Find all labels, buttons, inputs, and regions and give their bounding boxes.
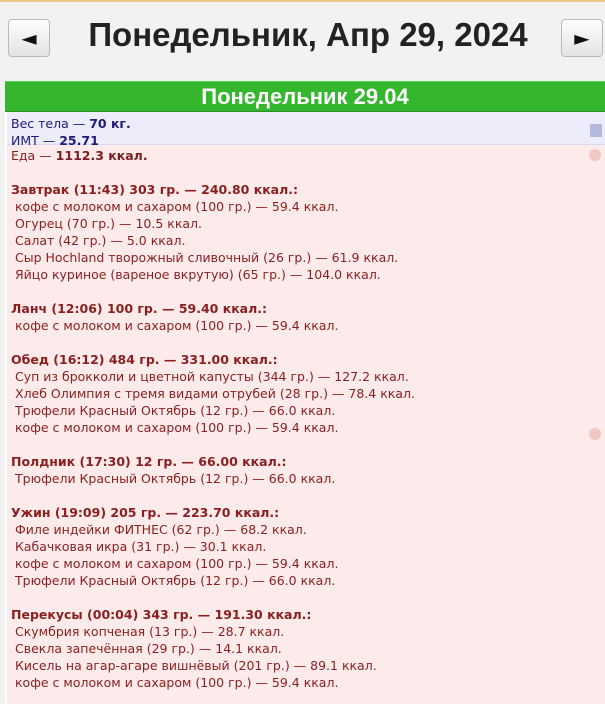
food-item[interactable]: Хлеб Олимпия с тремя видами отрубей (28 … [11, 385, 605, 402]
food-total-value: 1112.3 ккал. [55, 148, 148, 163]
weight-value: 70 кг. [89, 116, 131, 131]
meal-title[interactable]: Завтрак (11:43) 303 гр. — 240.80 ккал.: [11, 181, 605, 198]
food-item[interactable]: Кабачковая икра (31 гр.) — 30.1 ккал. [11, 538, 605, 555]
weight-line: Вес тела — 70 кг. [11, 115, 605, 132]
food-item[interactable]: Скумбрия копченая (13 гр.) — 28.7 ккал. [11, 623, 605, 640]
food-item[interactable]: кофе с молоком и сахаром (100 гр.) — 59.… [11, 674, 605, 691]
food-total-label: Еда — [11, 148, 52, 163]
food-item[interactable]: Трюфели Красный Октябрь (12 гр.) — 66.0 … [11, 572, 605, 589]
meal-title[interactable]: Ужин (19:09) 205 гр. — 223.70 ккал.: [11, 504, 605, 521]
meal-section: Завтрак (11:43) 303 гр. — 240.80 ккал.: к… [11, 181, 605, 283]
arrow-left-icon: ◄ [21, 26, 37, 50]
meal-section: Перекусы (00:04) 343 гр. — 191.30 ккал.:… [11, 606, 605, 691]
body-metrics[interactable]: Вес тела — 70 кг. ИМТ — 25.71 [7, 112, 605, 148]
day-bar[interactable]: Понедельник 29.04 [5, 81, 605, 112]
meal-section: Полдник (17:30) 12 гр. — 66.00 ккал.: Трю… [11, 453, 605, 487]
arrow-right-icon: ► [574, 26, 590, 50]
page-title: Понедельник, Апр 29, 2024 [88, 16, 528, 53]
meal-section: Ланч (12:06) 100 гр. — 59.40 ккал.: кофе … [11, 300, 605, 334]
food-item[interactable]: Филе индейки ФИТНЕС (62 гр.) — 68.2 ккал… [11, 521, 605, 538]
meal-section: Ужин (19:09) 205 гр. — 223.70 ккал.: Филе… [11, 504, 605, 589]
next-day-button[interactable]: ► [561, 19, 603, 57]
food-total: Еда — 1112.3 ккал. [11, 147, 605, 164]
food-item[interactable]: Трюфели Красный Октябрь (12 гр.) — 66.0 … [11, 402, 605, 419]
meal-title[interactable]: Перекусы (00:04) 343 гр. — 191.30 ккал.: [11, 606, 605, 623]
food-item[interactable]: Огурец (70 гр.) — 10.5 ккал. [11, 215, 605, 232]
previous-day-button[interactable]: ◄ [8, 19, 50, 57]
meal-title[interactable]: Полдник (17:30) 12 гр. — 66.00 ккал.: [11, 453, 605, 470]
food-item[interactable]: Свекла запечённая (29 гр.) — 14.1 ккал. [11, 640, 605, 657]
date-header: ◄ Понедельник, Апр 29, 2024 ► [0, 2, 605, 80]
food-item[interactable]: кофе с молоком и сахаром (100 гр.) — 59.… [11, 198, 605, 215]
food-item[interactable]: кофе с молоком и сахаром (100 гр.) — 59.… [11, 555, 605, 572]
food-item[interactable]: Кисель на агар-агаре вишнёвый (201 гр.) … [11, 657, 605, 674]
food-item[interactable]: кофе с молоком и сахаром (100 гр.) — 59.… [11, 317, 605, 334]
meal-list: Завтрак (11:43) 303 гр. — 240.80 ккал.: к… [11, 181, 605, 691]
meal-section: Обед (16:12) 484 гр. — 331.00 ккал.: Суп … [11, 351, 605, 436]
meal-title[interactable]: Ланч (12:06) 100 гр. — 59.40 ккал.: [11, 300, 605, 317]
meal-title[interactable]: Обед (16:12) 484 гр. — 331.00 ккал.: [11, 351, 605, 368]
scale-icon[interactable] [590, 124, 602, 137]
food-item[interactable]: Сыр Hochland творожный сливочный (26 гр.… [11, 249, 605, 266]
food-item[interactable]: кофе с молоком и сахаром (100 гр.) — 59.… [11, 419, 605, 436]
food-log[interactable]: Еда — 1112.3 ккал. Завтрак (11:43) 303 г… [7, 145, 605, 704]
day-card: Понедельник 29.04 Вес тела — 70 кг. ИМТ … [5, 81, 605, 704]
apple-icon[interactable] [589, 149, 601, 161]
food-item[interactable]: Трюфели Красный Октябрь (12 гр.) — 66.0 … [11, 470, 605, 487]
weight-label: Вес тела — [11, 116, 86, 131]
food-item[interactable]: Салат (42 гр.) — 5.0 ккал. [11, 232, 605, 249]
food-item[interactable]: Яйцо куриное (вареное вкрутую) (65 гр.) … [11, 266, 605, 283]
apple-icon[interactable] [589, 428, 601, 440]
food-item[interactable]: Суп из брокколи и цветной капусты (344 г… [11, 368, 605, 385]
